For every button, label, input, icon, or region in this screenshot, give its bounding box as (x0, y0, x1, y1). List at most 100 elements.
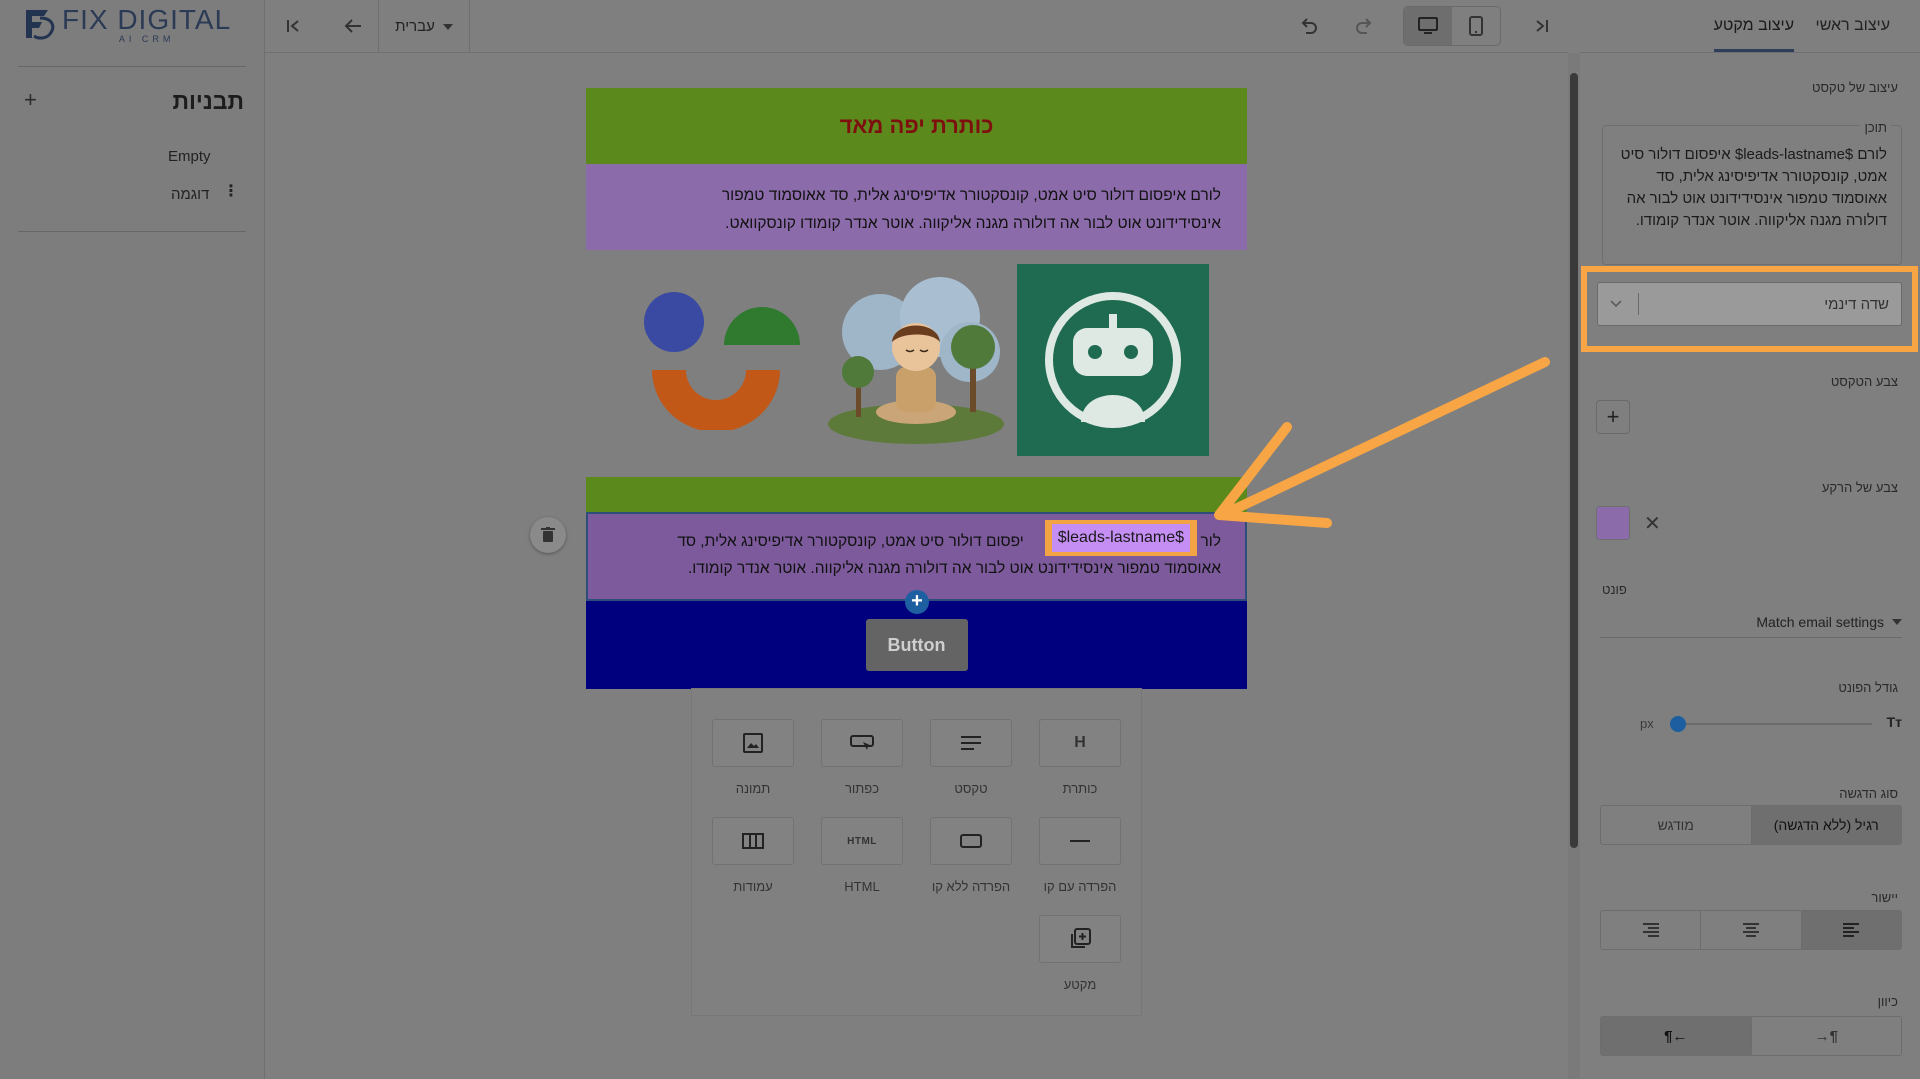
select-separator (1638, 293, 1639, 315)
block-label: כותרת (1062, 781, 1098, 796)
dynamic-field-highlight: $leads-lastname$ (1044, 520, 1197, 556)
title-section[interactable]: כותרת יפה מאד (586, 88, 1247, 164)
delete-section-button[interactable] (530, 517, 566, 553)
plus-icon: + (1606, 404, 1620, 429)
font-size-unit: px (1640, 716, 1654, 731)
align-label: יישור (1871, 890, 1898, 905)
tab-section-design[interactable]: עיצוב מקטע (1713, 17, 1794, 52)
slider-knob[interactable] (1670, 716, 1686, 732)
meditating-child-image (828, 277, 1004, 444)
text-icon (961, 736, 981, 750)
dynamic-field-placeholder: שדה דינמי (1824, 295, 1889, 313)
block-columns[interactable]: עמודות (711, 817, 795, 894)
block-image[interactable]: תמונה (711, 719, 795, 796)
back-arrow-icon[interactable] (342, 15, 364, 37)
paragraph-fragment: לור (1200, 533, 1221, 550)
block-heading[interactable]: H כותרת (1038, 719, 1122, 796)
block-label: כפתור (844, 781, 880, 796)
template-menu-icon[interactable]: ⋮ (223, 184, 239, 200)
font-value: Match email settings (1756, 613, 1884, 630)
collapse-right-icon[interactable] (1532, 17, 1550, 35)
block-label: מקטע (1063, 977, 1097, 992)
desktop-icon (1418, 17, 1438, 34)
font-select[interactable]: Match email settings (1600, 606, 1902, 638)
selected-text-section[interactable]: לור יפסום דולור סיט אמט, קונסקטורר אדיפי… (586, 512, 1247, 601)
align-left-button[interactable] (1800, 911, 1901, 949)
templates-title: תבניות (172, 88, 244, 114)
paragraph-line: לורם איפסום דולור סיט אמט, קונסקטורר אדי… (721, 187, 1221, 204)
clear-bg-color-icon[interactable]: ✕ (1644, 511, 1661, 536)
collapse-left-icon[interactable] (285, 17, 303, 35)
font-size-slider[interactable]: px Tт (1600, 712, 1902, 736)
redo-icon[interactable] (1354, 15, 1376, 37)
direction-rtl-button[interactable]: ←¶ (1601, 1017, 1751, 1055)
add-text-color-button[interactable]: + (1596, 400, 1630, 434)
align-center-button[interactable] (1700, 911, 1800, 949)
paragraph-line: אינסידידונט אוט לבור אה דולורה מגנה אליק… (725, 215, 1221, 232)
mobile-view-button[interactable] (1452, 7, 1500, 45)
divider (18, 231, 246, 232)
block-text[interactable]: טקסט (929, 719, 1013, 796)
align-left-icon (1843, 923, 1860, 937)
email-button[interactable]: Button (865, 619, 968, 671)
content-textarea[interactable]: תוכן לורם $leads-lastname$ איפסום דולור … (1602, 117, 1902, 265)
template-item-example[interactable]: דוגמה (171, 186, 209, 203)
divider-line-icon (1070, 840, 1090, 842)
chevron-down-icon (1610, 300, 1622, 308)
divider-no-line-icon (960, 834, 982, 848)
divider (18, 66, 246, 67)
tab-main-design[interactable]: עיצוב ראשי (1816, 17, 1890, 35)
block-section[interactable]: מקטע (1038, 915, 1122, 992)
images-section[interactable] (586, 250, 1247, 477)
direction-toggle: ¶→ ←¶ (1600, 1016, 1902, 1056)
shapes-image (644, 292, 800, 430)
emphasis-label: סוג הדגשה (1839, 786, 1898, 801)
add-template-button[interactable]: + (24, 89, 37, 111)
slider-track (1678, 723, 1872, 725)
block-label: הפרדה עם קו (1043, 879, 1117, 894)
block-label: הפרדה ללא קו (931, 879, 1011, 894)
text-section[interactable]: לורם איפסום דולור סיט אמט, קונסקטורר אדי… (586, 164, 1247, 250)
scrollbar-thumb[interactable] (1570, 73, 1578, 848)
button-section[interactable]: + Button (586, 590, 1247, 689)
html-icon: HTML (847, 835, 877, 847)
block-divider-line[interactable]: הפרדה עם קו (1038, 817, 1122, 894)
block-label: HTML (844, 879, 880, 894)
section-heading: עיצוב של טקסט (1812, 80, 1898, 95)
spacer-section[interactable] (586, 477, 1247, 512)
bg-color-label: צבע של הרקע (1821, 480, 1898, 495)
emphasis-toggle: רגיל (ללא הדגשה) מודגש (1600, 805, 1902, 845)
align-right-button[interactable] (1601, 911, 1700, 949)
block-html[interactable]: HTML HTML (820, 817, 904, 894)
align-center-icon (1743, 923, 1760, 937)
paragraph-line: אאוסמוד טמפור אינסידידונט אוט לבור אה דו… (687, 560, 1221, 577)
content-value: לורם $leads-lastname$ איפסום דולור סיט א… (1620, 146, 1887, 229)
dynamic-field-select[interactable]: שדה דינמי (1597, 282, 1902, 326)
block-button[interactable]: כפתור (820, 719, 904, 796)
direction-ltr-button[interactable]: ¶→ (1750, 1017, 1902, 1055)
block-divider-no-line[interactable]: הפרדה ללא קו (929, 817, 1013, 894)
dynamic-field-highlight-box: שדה דינמי (1581, 266, 1918, 352)
editor-toolbar: עברית (265, 0, 1568, 53)
add-block-button[interactable]: + (905, 590, 929, 614)
template-item-empty[interactable]: Empty (168, 148, 211, 165)
desktop-view-button[interactable] (1404, 7, 1452, 45)
emphasis-normal-button[interactable]: רגיל (ללא הדגשה) (1750, 806, 1901, 844)
columns-icon (742, 833, 764, 849)
font-size-icon: Tт (1886, 714, 1902, 730)
language-select[interactable]: עברית (378, 0, 470, 53)
dynamic-field-tag[interactable]: $leads-lastname$ (1051, 524, 1190, 552)
trash-icon (541, 527, 555, 542)
device-toggle (1403, 6, 1501, 46)
content-legend: תוכן (1860, 117, 1891, 139)
emphasis-bold-button[interactable]: מודגש (1601, 806, 1751, 844)
block-label: עמודות (733, 879, 773, 894)
undo-icon[interactable] (1297, 15, 1319, 37)
bg-color-swatch[interactable] (1596, 506, 1630, 540)
font-size-label: גודל הפונט (1838, 680, 1898, 695)
align-toggle (1600, 910, 1902, 950)
templates-sidebar: FIX DIGITAL AI CRM + תבניות Empty דוגמה … (0, 0, 265, 1079)
logo-mark-icon (26, 10, 55, 40)
button-icon (850, 735, 874, 750)
panel-scrollbar[interactable] (1568, 53, 1580, 1079)
